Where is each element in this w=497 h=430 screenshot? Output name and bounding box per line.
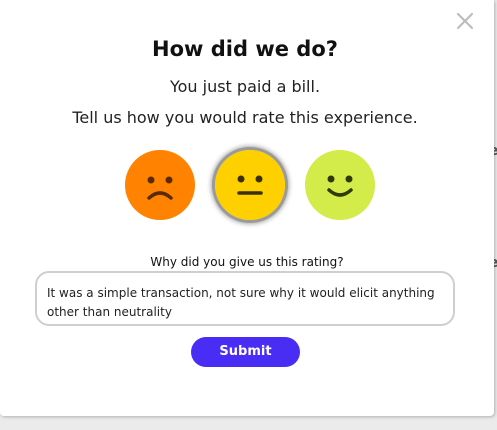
- modal-subtitle: You just paid a bill.: [169, 77, 321, 96]
- submit-button[interactable]: Submit: [191, 337, 300, 367]
- sad-face-icon: [125, 150, 195, 220]
- rating-sad-button[interactable]: [125, 150, 195, 220]
- rating-happy-button[interactable]: [305, 150, 375, 220]
- modal-title: How did we do?: [152, 37, 338, 61]
- rating-neutral-button[interactable]: [215, 150, 285, 220]
- happy-face-icon: [305, 150, 375, 220]
- neutral-face-icon: [215, 150, 285, 220]
- rating-reason-label: Why did you give us this rating?: [150, 255, 344, 269]
- rating-options: [0, 150, 490, 222]
- modal-instruction: Tell us how you would rate this experien…: [72, 108, 418, 127]
- rating-reason-textarea[interactable]: It was a simple transaction, not sure wh…: [35, 271, 455, 326]
- close-icon: [456, 12, 474, 30]
- close-button[interactable]: [454, 10, 476, 32]
- rating-modal: How did we do? You just paid a bill. Tel…: [0, 0, 494, 416]
